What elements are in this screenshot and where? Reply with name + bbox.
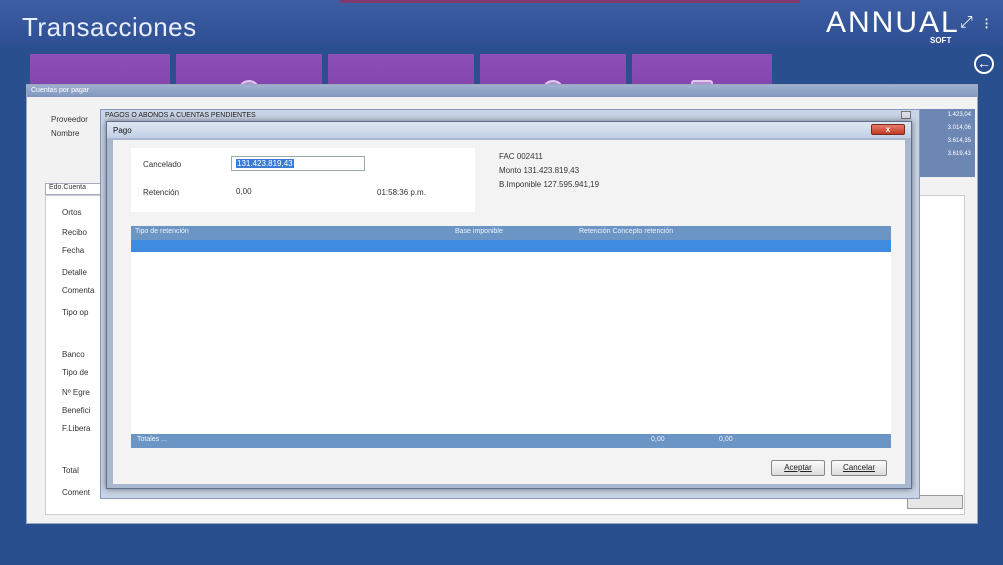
- restore-window-icon[interactable]: ⤢: [960, 14, 973, 32]
- label-ortos: Ortos: [62, 208, 82, 217]
- label-tipo-de: Tipo de: [62, 368, 89, 377]
- grid-totals: Totales ... 0,00 0,00: [131, 434, 891, 448]
- cancel-button[interactable]: Cancelar: [831, 460, 887, 476]
- total-base: 0,00: [651, 436, 665, 443]
- label-proveedor: Proveedor: [51, 115, 88, 124]
- col-retencion-concepto[interactable]: Retención Concepto retención: [579, 228, 673, 235]
- fac-number: FAC 002411: [499, 152, 543, 161]
- annual-logo: ANNUAL: [826, 6, 960, 39]
- page-title: Transacciones: [22, 12, 197, 42]
- cancelado-value: 131.423.819,43: [236, 159, 294, 168]
- payment-dialog-titlebar: Pago x: [107, 122, 911, 138]
- bottom-strip: [0, 528, 1003, 565]
- menu-dots-icon[interactable]: ⁝: [984, 14, 989, 34]
- summary-value: 1.423,04: [947, 112, 971, 118]
- header-accent-line: [340, 0, 800, 3]
- retencion-input[interactable]: 0,00: [231, 184, 365, 199]
- total-retencion: 0,00: [719, 436, 733, 443]
- label-banco: Banco: [62, 350, 85, 359]
- table-row[interactable]: [131, 240, 891, 252]
- totals-label: Totales ...: [137, 436, 167, 443]
- label-egreso: Nº Egre: [62, 388, 90, 397]
- close-icon[interactable]: [901, 111, 911, 119]
- time-display: 01:58:36 p.m.: [377, 188, 426, 197]
- label-detalle: Detalle: [62, 268, 87, 277]
- payment-dialog-body: Cancelado 131.423.819,43 Retención 0,00 …: [113, 140, 905, 484]
- annual-logo-sub: SOFT: [930, 36, 952, 45]
- pending-payments-title: PAGOS O ABONOS A CUENTAS PENDIENTES: [105, 112, 256, 119]
- cancelado-label: Cancelado: [143, 160, 182, 169]
- label-comenta: Comenta: [62, 286, 95, 295]
- grid-header: Tipo de retención Base imponible Retenci…: [131, 226, 891, 240]
- retencion-label: Retención: [143, 188, 180, 197]
- payment-dialog-title: Pago: [113, 126, 132, 135]
- tab-edo-cuenta[interactable]: Edo.Cuenta: [45, 183, 105, 195]
- col-base-imponible[interactable]: Base imponible: [455, 228, 503, 235]
- base-imponible-value: B.Imponible 127.595.941,19: [499, 180, 600, 189]
- accept-button[interactable]: Aceptar: [771, 460, 825, 476]
- accounts-payable-title: Cuentas por pagar: [27, 85, 977, 97]
- col-tipo-retencion[interactable]: Tipo de retención: [135, 228, 189, 235]
- retention-grid: Tipo de retención Base imponible Retenci…: [131, 226, 891, 448]
- summary-value: 3.614,35: [947, 138, 971, 144]
- payment-form: Cancelado 131.423.819,43 Retención 0,00 …: [131, 148, 475, 212]
- label-total: Total: [62, 466, 79, 475]
- summary-value: 3.619,43: [947, 151, 971, 157]
- payment-dialog: Pago x Cancelado 131.423.819,43 Retenció…: [106, 121, 912, 489]
- label-beneficiario: Benefici: [62, 406, 91, 415]
- label-f-libera: F.Libera: [62, 424, 91, 433]
- label-recibo: Recibo: [62, 228, 87, 237]
- summary-value: 3.014,06: [947, 125, 971, 131]
- back-arrow-icon[interactable]: ←: [974, 54, 994, 74]
- summary-panel: 1.423,04 3.014,06 3.614,35 3.619,43: [915, 109, 975, 177]
- label-tipo-op: Tipo op: [62, 308, 89, 317]
- label-coment: Coment: [62, 488, 91, 497]
- monto-value: Monto 131.423.819,43: [499, 166, 580, 175]
- close-button[interactable]: x: [871, 124, 905, 135]
- label-fecha: Fecha: [62, 246, 85, 255]
- label-nombre: Nombre: [51, 129, 80, 138]
- cancelado-input[interactable]: 131.423.819,43: [231, 156, 365, 171]
